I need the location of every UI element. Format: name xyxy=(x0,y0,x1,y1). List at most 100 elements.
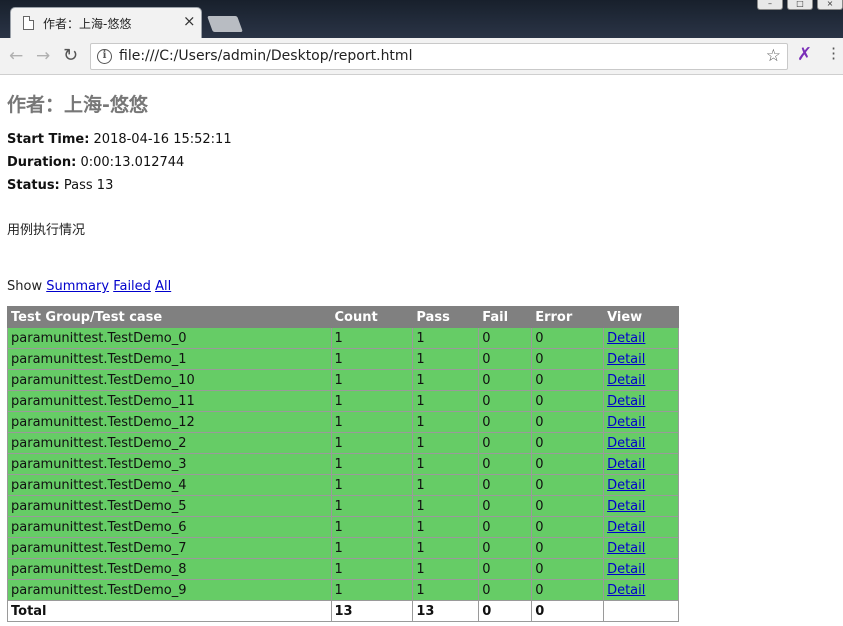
error-cell: 0 xyxy=(531,348,605,370)
table-row: paramunittest.TestDemo_12 1 1 0 0 Detail xyxy=(7,411,679,433)
fail-cell: 0 xyxy=(478,474,533,496)
table-row: paramunittest.TestDemo_2 1 1 0 0 Detail xyxy=(7,432,679,454)
report-description: 用例执行情况 xyxy=(7,223,86,238)
browser-toolbar: ← → ↻ i file:///C:/Users/admin/Desktop/r… xyxy=(0,38,843,75)
count-cell: 1 xyxy=(330,369,414,391)
pass-cell: 1 xyxy=(412,537,480,559)
browser-tab[interactable]: 作者：上海-悠悠 × xyxy=(10,7,202,38)
table-row: paramunittest.TestDemo_9 1 1 0 0 Detail xyxy=(7,579,679,601)
detail-link[interactable]: Detail xyxy=(607,541,645,556)
pass-cell: 1 xyxy=(412,453,480,475)
error-cell: 0 xyxy=(531,369,605,391)
detail-link[interactable]: Detail xyxy=(607,331,645,346)
fail-cell: 0 xyxy=(478,411,533,433)
view-cell: Detail xyxy=(603,495,679,517)
info-icon[interactable]: i xyxy=(97,49,112,64)
detail-link[interactable]: Detail xyxy=(607,583,645,598)
start-time-label: Start Time: xyxy=(7,132,90,147)
error-cell: 0 xyxy=(531,453,605,475)
header-view: View xyxy=(603,306,679,328)
pass-cell: 1 xyxy=(412,348,480,370)
new-tab-button[interactable] xyxy=(207,16,243,32)
error-cell: 0 xyxy=(531,516,605,538)
test-case-name: paramunittest.TestDemo_11 xyxy=(7,390,332,412)
detail-link[interactable]: Detail xyxy=(607,394,645,409)
fail-cell: 0 xyxy=(478,432,533,454)
fail-cell: 0 xyxy=(478,327,533,349)
view-cell: Detail xyxy=(603,411,679,433)
detail-link[interactable]: Detail xyxy=(607,436,645,451)
error-cell: 0 xyxy=(531,474,605,496)
detail-link[interactable]: Detail xyxy=(607,457,645,472)
fail-cell: 0 xyxy=(478,579,533,601)
header-fail: Fail xyxy=(478,306,533,328)
summary-link[interactable]: Summary xyxy=(46,279,109,294)
count-cell: 1 xyxy=(330,348,414,370)
count-cell: 1 xyxy=(330,579,414,601)
failed-link[interactable]: Failed xyxy=(113,279,151,294)
total-label: Total xyxy=(7,600,332,622)
test-case-name: paramunittest.TestDemo_5 xyxy=(7,495,332,517)
test-case-name: paramunittest.TestDemo_3 xyxy=(7,453,332,475)
fail-cell: 0 xyxy=(478,390,533,412)
fail-cell: 0 xyxy=(478,495,533,517)
detail-link[interactable]: Detail xyxy=(607,499,645,514)
minimize-icon[interactable]: – xyxy=(757,0,783,10)
address-bar[interactable]: i file:///C:/Users/admin/Desktop/report.… xyxy=(90,43,788,70)
browser-tabstrip: 作者：上海-悠悠 × – □ × xyxy=(0,0,843,38)
all-link[interactable]: All xyxy=(155,279,171,294)
bookmark-star-icon[interactable]: ☆ xyxy=(766,46,781,66)
table-row: paramunittest.TestDemo_4 1 1 0 0 Detail xyxy=(7,474,679,496)
extension-icon[interactable]: ✗ xyxy=(797,44,812,65)
table-row: paramunittest.TestDemo_5 1 1 0 0 Detail xyxy=(7,495,679,517)
duration-value: 0:00:13.012744 xyxy=(80,155,185,170)
count-cell: 1 xyxy=(330,474,414,496)
test-case-name: paramunittest.TestDemo_4 xyxy=(7,474,332,496)
show-label: Show xyxy=(7,279,43,294)
count-cell: 1 xyxy=(330,516,414,538)
total-count: 13 xyxy=(330,600,414,622)
pass-cell: 1 xyxy=(412,579,480,601)
tab-title: 作者：上海-悠悠 xyxy=(43,17,132,31)
test-case-name: paramunittest.TestDemo_12 xyxy=(7,411,332,433)
arrow-right-icon[interactable]: → xyxy=(36,46,50,66)
table-row: paramunittest.TestDemo_7 1 1 0 0 Detail xyxy=(7,537,679,559)
detail-link[interactable]: Detail xyxy=(607,352,645,367)
test-case-name: paramunittest.TestDemo_7 xyxy=(7,537,332,559)
table-row: paramunittest.TestDemo_6 1 1 0 0 Detail xyxy=(7,516,679,538)
duration-line: Duration: 0:00:13.012744 xyxy=(7,151,837,174)
table-row: paramunittest.TestDemo_8 1 1 0 0 Detail xyxy=(7,558,679,580)
detail-link[interactable]: Detail xyxy=(607,562,645,577)
status-value: Pass 13 xyxy=(63,178,114,193)
test-case-name: paramunittest.TestDemo_2 xyxy=(7,432,332,454)
pass-cell: 1 xyxy=(412,390,480,412)
view-cell: Detail xyxy=(603,516,679,538)
window-close-icon[interactable]: × xyxy=(817,0,843,10)
test-case-name: paramunittest.TestDemo_0 xyxy=(7,327,332,349)
reload-icon[interactable]: ↻ xyxy=(63,45,78,66)
detail-link[interactable]: Detail xyxy=(607,415,645,430)
page-icon xyxy=(23,16,34,30)
error-cell: 0 xyxy=(531,327,605,349)
arrow-left-icon[interactable]: ← xyxy=(9,46,23,66)
detail-link[interactable]: Detail xyxy=(607,520,645,535)
detail-link[interactable]: Detail xyxy=(607,478,645,493)
view-cell: Detail xyxy=(603,558,679,580)
maximize-icon[interactable]: □ xyxy=(787,0,813,10)
count-cell: 1 xyxy=(330,558,414,580)
test-case-name: paramunittest.TestDemo_1 xyxy=(7,348,332,370)
test-case-name: paramunittest.TestDemo_10 xyxy=(7,369,332,391)
start-time-line: Start Time: 2018-04-16 15:52:11 xyxy=(7,128,837,151)
error-cell: 0 xyxy=(531,390,605,412)
detail-link[interactable]: Detail xyxy=(607,373,645,388)
test-case-name: paramunittest.TestDemo_8 xyxy=(7,558,332,580)
view-cell: Detail xyxy=(603,432,679,454)
header-pass: Pass xyxy=(412,306,480,328)
url-text[interactable]: file:///C:/Users/admin/Desktop/report.ht… xyxy=(119,48,412,64)
count-cell: 1 xyxy=(330,453,414,475)
tab-close-icon[interactable]: × xyxy=(183,12,196,30)
view-cell: Detail xyxy=(603,453,679,475)
menu-dots-icon[interactable]: · · · xyxy=(831,41,836,67)
filter-bar: Show Summary Failed All xyxy=(7,279,837,294)
view-cell: Detail xyxy=(603,579,679,601)
